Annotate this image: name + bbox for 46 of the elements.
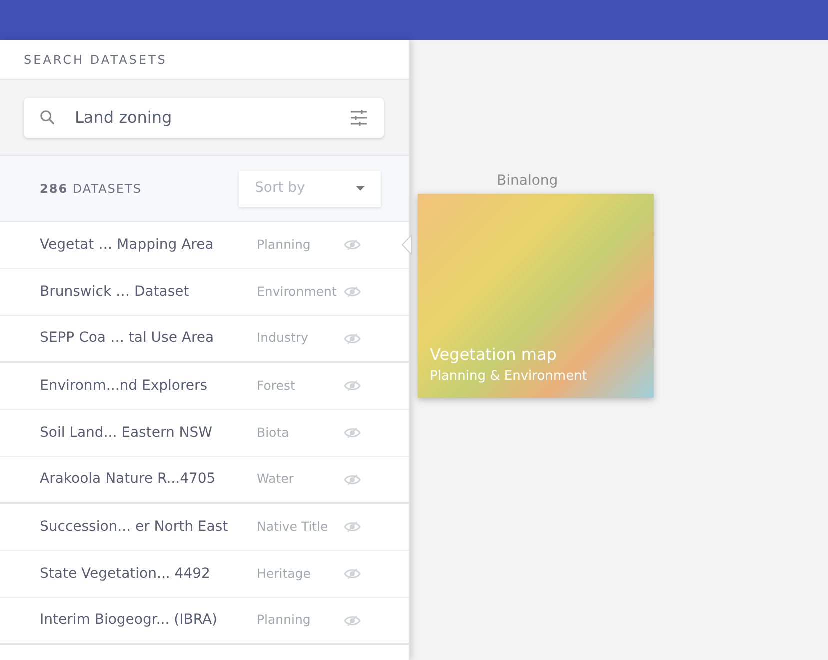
search-icon [40, 110, 55, 125]
dataset-category: Biota [257, 424, 290, 442]
dataset-row[interactable]: State Vegetation... 4492 Heritage [0, 551, 409, 598]
dataset-category: Environment [257, 282, 338, 301]
preview-subtitle: Planning & Environment [430, 368, 588, 386]
eye-icon[interactable] [344, 521, 361, 533]
dataset-category: Forest [257, 376, 296, 395]
dataset-category: Planning [257, 236, 312, 254]
caret-icon [356, 186, 365, 191]
dataset-category: Industry [257, 329, 310, 348]
dataset-name: Brunswick … Dataset [40, 282, 190, 302]
dataset-row[interactable]: Interim Biogeogr... (IBRA) Planning [0, 598, 409, 645]
eye-icon[interactable] [344, 474, 361, 486]
filter-sliders-icon[interactable] [350, 110, 368, 126]
dataset-category: Native Title [257, 518, 330, 536]
dataset-name: Vegetat … Mapping Area [40, 236, 215, 254]
dataset-name: State Vegetation... 4492 [40, 564, 212, 584]
preview-title: Vegetation map [430, 344, 558, 366]
dataset-count: 286 DATASETS [40, 180, 142, 198]
dataset-name: Interim Biogeogr... (IBRA) [40, 611, 219, 630]
eye-icon[interactable] [344, 239, 361, 251]
dataset-row[interactable]: Succession... er North East Native Title [0, 504, 409, 551]
dataset-category: Planning [257, 611, 312, 630]
eye-icon[interactable] [344, 614, 361, 626]
dataset-category: Heritage [257, 564, 312, 583]
dataset-row[interactable]: Arakoola Nature R...4705 Water [0, 457, 409, 504]
dataset-name: Environm...nd Explorers [40, 376, 209, 396]
dataset-category: Water [257, 470, 295, 488]
eye-icon[interactable] [344, 380, 361, 392]
panel-title: SEARCH DATASETS [24, 52, 168, 68]
eye-icon[interactable] [344, 568, 361, 580]
dataset-row[interactable]: SEPP Coa … tal Use Area Industry [0, 316, 409, 363]
map-place-label: Binalong [497, 172, 558, 191]
dataset-name: Arakoola Nature R...4705 [40, 470, 217, 489]
eye-icon[interactable] [344, 286, 361, 298]
dataset-row[interactable]: Vegetat … Mapping Area Planning [0, 222, 409, 269]
search-input[interactable]: Land zoning [75, 106, 330, 130]
eye-icon[interactable] [344, 332, 361, 344]
dataset-name: Succession... er North East [40, 518, 230, 536]
dataset-row[interactable]: Environm...nd Explorers Forest [0, 363, 409, 410]
dataset-row[interactable]: Soil Land... Eastern NSW Biota [0, 410, 409, 457]
search-bar[interactable]: Land zoning [24, 98, 384, 138]
dataset-row[interactable]: Brunswick … Dataset Environment [0, 269, 409, 316]
dataset-name: SEPP Coa … tal Use Area [40, 329, 216, 348]
eye-icon[interactable] [344, 427, 361, 439]
dataset-name: Soil Land... Eastern NSW [40, 424, 214, 442]
